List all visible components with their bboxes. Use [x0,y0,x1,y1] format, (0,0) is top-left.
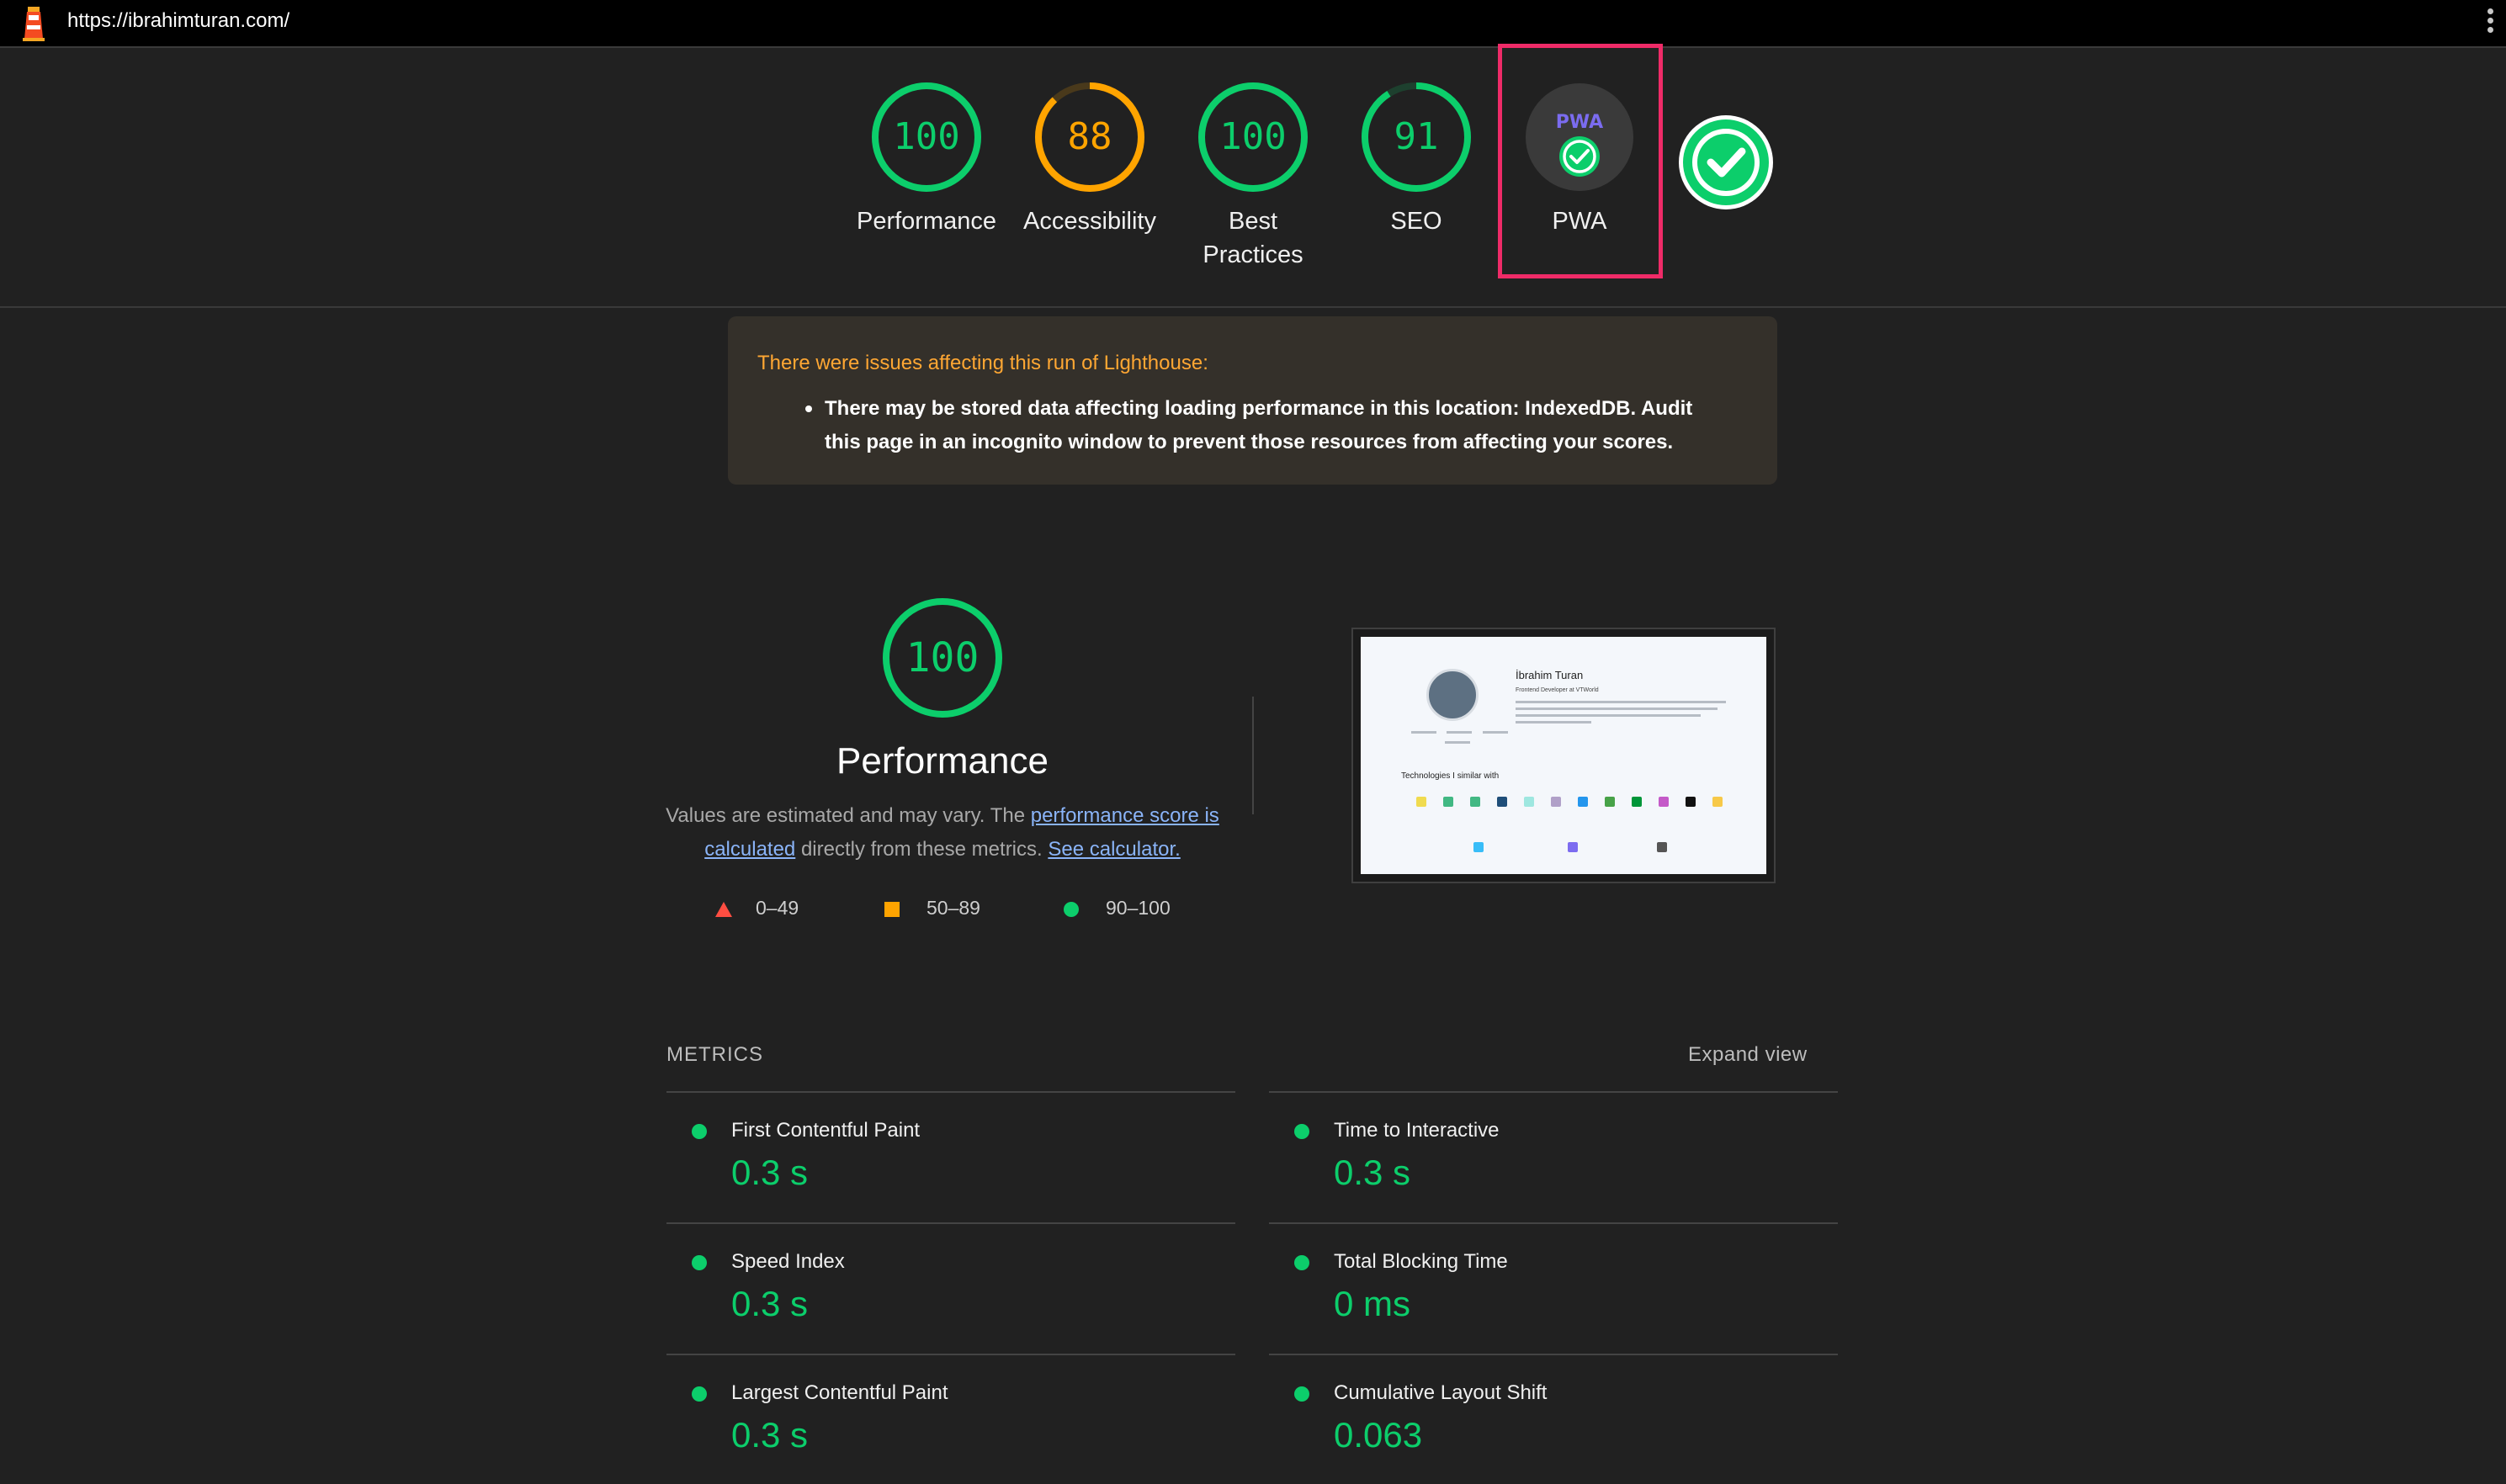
tech-icon [1416,797,1426,807]
legend-range: 50–89 [926,897,980,919]
expand-view-button[interactable]: Expand view [1688,1043,1808,1067]
lighthouse-logo-icon [23,7,45,41]
metric-value: 0.063 [1334,1415,1423,1455]
score-gauges: 100 Performance 88 Accessibility 100 Bes… [0,48,2506,308]
gauge-score: 91 [1394,115,1439,158]
text-line [1445,741,1470,744]
final-screenshot[interactable]: İbrahim Turan Frontend Developer at VTWo… [1351,628,1776,883]
performance-description: Values are estimated and may vary. The p… [665,799,1220,867]
pass-dot-icon [1294,1386,1309,1402]
text-line [1411,731,1436,734]
tech-icon [1443,797,1453,807]
metric-value: 0.3 s [731,1284,809,1323]
tech-icon [1524,797,1534,807]
performance-title: Performance [836,740,1049,782]
tech-icon [1632,797,1642,807]
gauge-seo[interactable]: 91 SEO [1332,80,1500,238]
desc-text: Values are estimated and may vary. The [666,804,1031,827]
tech-icon [1686,797,1696,807]
desc-text: directly from these metrics. [795,838,1049,861]
tech-icon [1497,797,1507,807]
top-bar: https://ibrahimturan.com/ [0,0,2506,48]
performance-score: 100 [906,634,980,681]
gauge-label: Accessibility [1023,208,1156,235]
gauge-score: 100 [893,115,959,158]
legend-range: 90–100 [1106,897,1171,919]
check-circle-icon [1679,115,1773,209]
metric-value: 0.3 s [1334,1153,1411,1192]
text-line [1447,731,1472,734]
tech-icon [1551,797,1561,807]
gauge-score: 88 [1068,115,1112,158]
triangle-icon [715,902,732,917]
gauge-label: Performance [856,208,996,235]
metric-total-blocking-time: Total Blocking Time 0 ms [1269,1223,1838,1353]
thumb-name: İbrahim Turan [1516,669,1584,681]
metric-cumulative-layout-shift: Cumulative Layout Shift 0.063 [1269,1354,1838,1484]
text-line [1516,701,1726,703]
divider [1252,697,1254,814]
tech-icon [1578,797,1588,807]
tech-icon [1568,842,1578,852]
tech-icon [1470,797,1480,807]
metric-value: 0.3 s [731,1415,809,1455]
tech-icon [1712,797,1723,807]
screenshot-page: İbrahim Turan Frontend Developer at VTWo… [1361,637,1766,874]
warning-title: There were issues affecting this run of … [757,352,1208,374]
square-icon [884,902,900,917]
gauge-ring: 88 [1035,82,1144,192]
metric-largest-contentful-paint: Largest Contentful Paint 0.3 s [666,1354,1235,1484]
gauge-best-practices[interactable]: 100 Best Practices [1169,80,1337,272]
more-options-icon[interactable] [2486,8,2494,39]
page-url[interactable]: https://ibrahimturan.com/ [67,9,289,33]
lighthouse-warning: There were issues affecting this run of … [728,316,1777,485]
see-calculator-link[interactable]: See calculator. [1048,838,1180,861]
metric-speed-index: Speed Index 0.3 s [666,1223,1235,1353]
tech-icon [1473,842,1484,852]
metrics-heading: METRICS [666,1043,763,1066]
gauge-ring: 100 [1198,82,1308,192]
performance-gauge: 100 [883,598,1002,718]
metric-name: Time to Interactive [1334,1119,1500,1142]
text-line [1516,714,1701,717]
circle-icon [1064,902,1079,917]
metric-first-contentful-paint: First Contentful Paint 0.3 s [666,1092,1235,1222]
metric-value: 0 ms [1334,1284,1411,1323]
metric-name: Total Blocking Time [1334,1250,1508,1273]
pass-dot-icon [692,1386,707,1402]
pwa-highlight-box [1498,44,1663,278]
metric-name: First Contentful Paint [731,1119,921,1142]
tech-icon [1657,842,1667,852]
gauge-ring: 100 [872,82,981,192]
pass-dot-icon [692,1255,707,1270]
metric-name: Cumulative Layout Shift [1334,1381,1548,1404]
gauge-ring: 91 [1362,82,1471,192]
gauge-performance[interactable]: 100 Performance [842,80,1011,238]
metric-name: Largest Contentful Paint [731,1381,948,1404]
gauge-label: SEO [1390,208,1442,235]
text-line [1516,721,1591,723]
pass-dot-icon [692,1124,707,1139]
gauge-accessibility[interactable]: 88 Accessibility [1006,80,1174,238]
pass-dot-icon [1294,1124,1309,1139]
tech-icon [1659,797,1669,807]
metric-value: 0.3 s [731,1153,809,1192]
text-line [1516,708,1718,710]
pass-dot-icon [1294,1255,1309,1270]
gauge-score: 100 [1219,115,1286,158]
thumb-subtitle: Frontend Developer at VTWorld [1516,687,1599,693]
gauge-label: Best Practices [1203,208,1303,268]
metric-time-to-interactive: Time to Interactive 0.3 s [1269,1092,1838,1222]
tech-icon [1605,797,1615,807]
text-line [1483,731,1508,734]
avatar [1426,669,1479,721]
bullet [805,405,812,412]
legend-range: 0–49 [756,897,799,919]
warning-item: There may be stored data affecting loadi… [825,397,1693,453]
metric-name: Speed Index [731,1250,845,1273]
thumb-tech-heading: Technologies I similar with [1401,771,1500,781]
